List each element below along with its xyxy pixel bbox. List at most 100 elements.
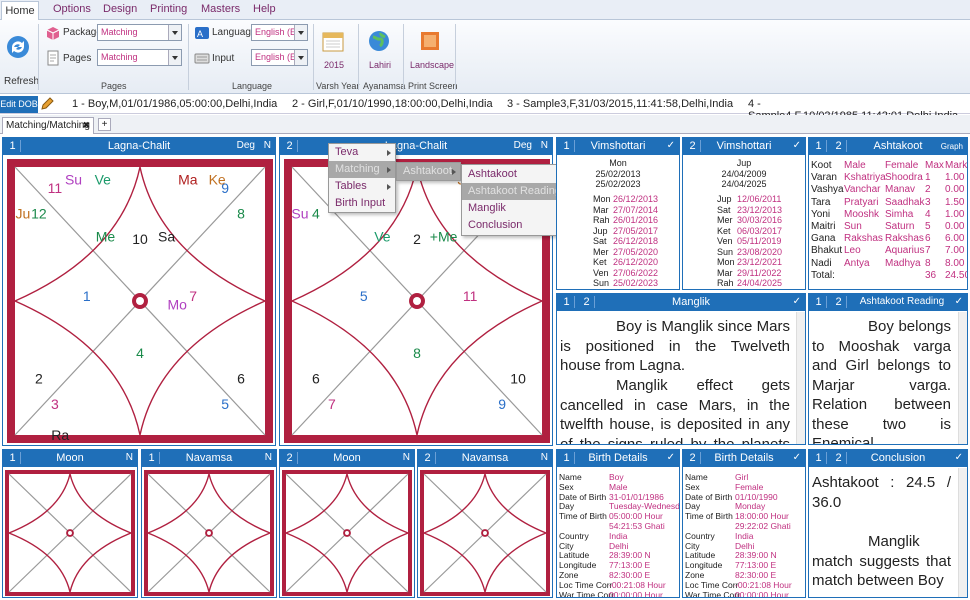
sign-number: 7: [328, 396, 336, 412]
landscape-icon[interactable]: [418, 29, 442, 53]
varsh-year-caption: Varsh Year: [316, 81, 360, 91]
n-toggle[interactable]: N: [264, 140, 271, 151]
check-icon[interactable]: ✓: [667, 140, 675, 151]
input-select[interactable]: English (E: [251, 49, 308, 66]
menu-item-ashtakoot-reading[interactable]: Ashtakoot Reading: [462, 183, 567, 200]
lagna-chart-1[interactable]: 101112123456789Su Ve Ma KeJuMe SaMoRa: [7, 159, 273, 443]
table-row: Sat 23/12/2013: [717, 205, 782, 216]
n-toggle[interactable]: N: [126, 452, 133, 463]
menu-item-ashtakoot[interactable]: Ashtakoot: [462, 166, 567, 183]
menu-item-ashtakoot-group[interactable]: Ashtakoot: [397, 163, 460, 180]
planet-label: Su: [65, 172, 82, 188]
planet-label: Su: [291, 206, 308, 222]
table-cell: 24/04/2025: [737, 278, 783, 288]
table-cell: Ven: [593, 267, 609, 278]
n-toggle[interactable]: N: [541, 140, 548, 151]
table-cell: 27/05/2017: [613, 225, 659, 236]
panel-title: Birth Details: [588, 452, 648, 464]
dob-entry-3[interactable]: 3 - Sample3,F,31/03/2015,11:41:58,Delhi,…: [507, 98, 733, 110]
dasha-head: Mon: [609, 158, 627, 168]
table-cell: Bhakut: [811, 245, 843, 257]
close-icon[interactable]: ✖: [82, 120, 90, 131]
edit-dob-button[interactable]: Edit DOB: [0, 96, 38, 113]
sign-number: 2: [413, 231, 421, 247]
navamsa-chart-1[interactable]: [144, 470, 274, 596]
keyboard-icon: [194, 53, 210, 64]
moon-chart-2[interactable]: [282, 470, 412, 596]
check-icon[interactable]: ✓: [793, 296, 801, 307]
table-row: Rah 26/01/2016: [593, 215, 658, 226]
refresh-icon[interactable]: [5, 34, 31, 60]
menu-item-matching[interactable]: Matching: [329, 161, 395, 178]
dob-entry-2[interactable]: 2 - Girl,F,01/10/1990,18:00:00,Delhi,Ind…: [292, 98, 493, 110]
scrollbar[interactable]: [796, 312, 805, 444]
table-cell: Vanchar: [844, 184, 881, 196]
birth-details-table: Name Girl Sex Female Date of Birth 01/10/1990…: [685, 472, 805, 597]
menu-masters[interactable]: Masters: [201, 3, 240, 15]
moon-chart-panel-2: 2 Moon N: [279, 449, 415, 598]
panel-title: Vimshottari: [716, 140, 772, 152]
dob-entry-1[interactable]: 1 - Boy,M,01/01/1986,05:00:00,Delhi,Indi…: [72, 98, 277, 110]
table-cell: Madhya: [885, 257, 921, 269]
menu-item-tables[interactable]: Tables: [329, 178, 395, 195]
table-cell: Max: [925, 160, 944, 171]
table-row: Mon 26/12/2013: [593, 194, 658, 205]
table-cell: 2: [925, 184, 931, 196]
calendar-icon[interactable]: [321, 29, 345, 53]
language-select[interactable]: English (E: [251, 24, 308, 41]
check-icon[interactable]: ✓: [955, 296, 963, 307]
table-cell: Mar: [593, 204, 609, 215]
ashtakoot-table: Koot Male Female MaxMark Varan KshatriyaShood…: [811, 160, 967, 282]
package-icon: [46, 27, 60, 40]
table-cell: Ket: [593, 257, 607, 267]
menu-bar: Home Options Design Printing Masters Hel…: [0, 0, 970, 20]
check-icon[interactable]: ✓: [667, 452, 675, 463]
scrollbar[interactable]: [958, 312, 967, 444]
add-tab-button[interactable]: +: [98, 118, 111, 131]
panel-title: Manglik: [672, 296, 710, 308]
check-icon[interactable]: ✓: [793, 140, 801, 151]
table-cell: 26/12/2020: [613, 257, 659, 267]
menu-item-conclusion[interactable]: Conclusion: [462, 217, 567, 234]
table-row: Mer 30/03/2016: [717, 215, 782, 226]
ayanamsa-caption: Ayanamsa: [363, 81, 406, 91]
pencil-icon[interactable]: [40, 97, 54, 111]
globe-icon[interactable]: [367, 29, 391, 53]
menu-help[interactable]: Help: [253, 3, 276, 15]
varsh-year-value[interactable]: 2015: [324, 60, 344, 70]
navamsa-chart-2[interactable]: [420, 470, 550, 596]
dasha-list: Jup 12/06/2011 Sat 23/12/2013 Mer 30/03/2016 K…: [717, 194, 783, 289]
menu-printing[interactable]: Printing: [150, 3, 187, 15]
tab-matching[interactable]: Matching/Matching ✖: [2, 117, 94, 134]
table-cell: Mon: [717, 257, 735, 267]
menu-design[interactable]: Design: [103, 3, 137, 15]
refresh-label[interactable]: Refresh: [4, 76, 39, 87]
dasha-head: Jup: [736, 158, 752, 168]
table-cell: 8: [925, 257, 931, 269]
menu-home[interactable]: Home: [1, 1, 39, 20]
graph-button[interactable]: Graph: [941, 142, 963, 151]
n-toggle[interactable]: N: [265, 452, 272, 463]
manglik-text-2: Manglik effect gets cancelled in case Ma…: [560, 377, 790, 445]
menu-item-manglik[interactable]: Manglik: [462, 200, 567, 217]
menu-item-teva[interactable]: Teva: [329, 144, 395, 161]
menu-item-birth-input[interactable]: Birth Input: [329, 195, 395, 212]
moon-chart-1[interactable]: [5, 470, 135, 596]
ayanamsa-value[interactable]: Lahiri: [369, 60, 391, 70]
table-cell: 24.50: [945, 269, 968, 281]
n-toggle[interactable]: N: [403, 452, 410, 463]
n-toggle[interactable]: N: [541, 452, 548, 463]
package-select[interactable]: Matching: [97, 24, 182, 41]
deg-toggle[interactable]: Deg: [514, 140, 532, 151]
table-cell: 1: [925, 172, 931, 184]
menu-options[interactable]: Options: [53, 3, 91, 15]
check-icon[interactable]: ✓: [955, 452, 963, 463]
pages-select[interactable]: Matching: [97, 49, 182, 66]
check-icon[interactable]: ✓: [793, 452, 801, 463]
scrollbar[interactable]: [958, 468, 967, 597]
table-cell: 6: [925, 233, 931, 245]
table-cell: 05/11/2019: [737, 236, 782, 246]
deg-toggle[interactable]: Deg: [237, 140, 255, 151]
sign-number: 7: [189, 288, 197, 304]
landscape-value[interactable]: Landscape: [410, 60, 454, 70]
